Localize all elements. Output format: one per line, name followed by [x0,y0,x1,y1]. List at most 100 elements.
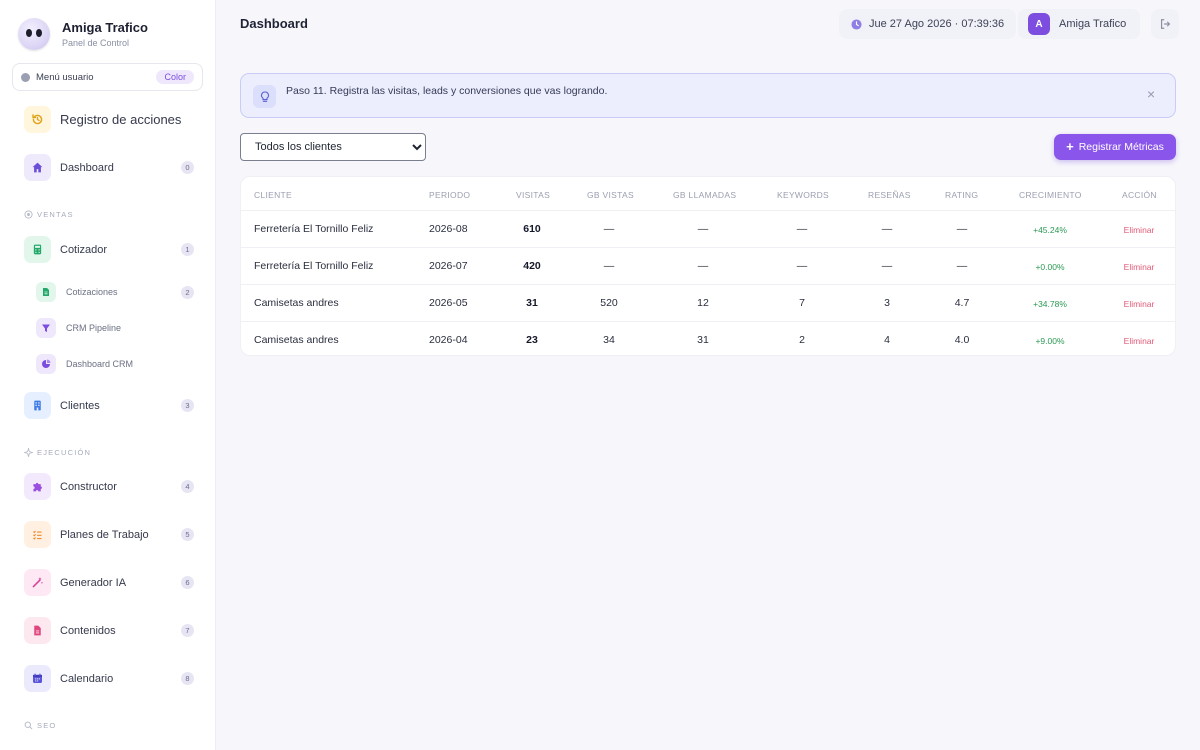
sidebar-subitem-label: CRM Pipeline [66,323,122,333]
user-name: Amiga Trafico [1059,18,1127,30]
delete-link[interactable]: Eliminar [1124,262,1155,272]
nav-badge: 8 [181,672,194,685]
cell-rating: — [956,260,968,272]
sidebar-item-clientes[interactable]: Clientes 3 [24,392,194,419]
sidebar-item-label: Contenidos [60,624,116,637]
metrics-table: CLIENTE PERIODO VISITAS GB VISTAS GB LLA… [240,176,1176,356]
nav-badge: 2 [181,285,194,299]
brand[interactable]: Amiga Trafico Panel de Control [18,18,148,50]
app-subtitle: Panel de Control [62,38,130,48]
cell-resenas: 4 [884,334,890,346]
sidebar-item-label: Generador IA [60,576,127,589]
column-header[interactable]: KEYWORDS [777,190,829,200]
sidebar-subitem-cotizaciones[interactable]: Cotizaciones 2 [36,282,194,302]
sidebar-item-history[interactable]: Registro de acciones [24,106,194,133]
cell-gb-vistas: — [603,223,615,235]
cell-rating: — [956,223,968,235]
building-icon [24,392,51,419]
cell-crecimiento: +34.78% [1033,299,1067,309]
nav-badge: 7 [181,624,194,637]
sidebar-item-planes[interactable]: Planes de Trabajo 5 [24,521,194,548]
column-header[interactable]: CLIENTE [254,190,292,200]
avatar: A [1028,13,1050,35]
plus-icon: + [1066,139,1074,154]
delete-link[interactable]: Eliminar [1124,299,1155,309]
cell-keywords: 2 [799,334,805,346]
cell-crecimiento: +9.00% [1035,336,1065,346]
column-header[interactable]: VISITAS [516,190,550,200]
sidebar-item-label: Constructor [60,480,117,493]
nav-badge: 0 [181,161,194,174]
cell-visitas: 420 [523,260,541,272]
column-header[interactable]: RESEÑAS [868,190,911,200]
cell-periodo: 2026-04 [429,334,468,346]
search-icon [24,721,33,730]
nav-badge: 5 [181,528,194,541]
sidebar-item-label: Cotizador [60,243,108,256]
section-label-ejecucion: EJECUCIÓN [24,448,91,457]
table-row: Ferretería El Tornillo Feliz 2026-07 420… [241,247,1175,284]
cell-gb-vistas: 34 [603,334,615,346]
file-icon [24,617,51,644]
delete-link[interactable]: Eliminar [1124,336,1155,346]
mascot-logo-icon [18,18,50,50]
nav-badge: 4 [181,480,194,493]
pie-chart-icon [36,354,56,374]
cell-periodo: 2026-05 [429,297,468,309]
table-row: Ferretería El Tornillo Feliz 2026-08 610… [241,210,1175,247]
datetime-chip: Jue 27 Ago 2026 · 07:39:36 [839,9,1017,39]
sidebar: Amiga Trafico Panel de Control Menú usua… [0,0,216,750]
register-metrics-button[interactable]: + Registrar Métricas [1054,134,1176,160]
sidebar-item-cotizador[interactable]: Cotizador 1 [24,236,194,263]
sidebar-subitem-label: Dashboard CRM [66,359,134,369]
tip-text: Paso 11. Registra las visitas, leads y c… [286,85,608,97]
funnel-icon [36,318,56,338]
target-icon [24,210,33,219]
client-filter-select[interactable]: Todos los clientes [240,133,426,161]
close-icon[interactable]: × [1147,86,1155,102]
cell-resenas: — [881,260,893,272]
user-menu-button[interactable]: Menú usuario Color [12,63,203,91]
sidebar-item-label: Registro de acciones [60,112,182,127]
cell-rating: 4.7 [954,297,970,309]
sidebar-subitem-dashboard-crm[interactable]: Dashboard CRM [36,354,194,374]
sidebar-item-label: Planes de Trabajo [60,528,149,541]
cell-cliente: Ferretería El Tornillo Feliz [254,223,374,235]
datetime-text: Jue 27 Ago 2026 · 07:39:36 [869,18,1005,30]
sidebar-item-label: Calendario [60,672,114,685]
palette-icon [21,72,30,82]
delete-link[interactable]: Eliminar [1124,225,1155,235]
clock-icon [851,18,862,30]
cell-keywords: — [796,223,808,235]
user-profile-button[interactable]: A Amiga Trafico [1018,9,1141,39]
home-icon [24,154,51,181]
cell-keywords: — [796,260,808,272]
sidebar-item-generador[interactable]: Generador IA 6 [24,569,194,596]
lightbulb-icon [253,85,276,108]
cell-gb-llamadas: 31 [697,334,709,346]
sidebar-subitem-crm-pipeline[interactable]: CRM Pipeline [36,318,194,338]
calculator-icon [24,236,51,263]
table-row: Camisetas andres 2026-05 31 520 12 7 3 4… [241,284,1175,321]
document-icon [36,282,56,302]
cell-cliente: Camisetas andres [254,334,339,346]
sidebar-subitem-label: Cotizaciones [66,287,118,297]
sidebar-item-constructor[interactable]: Constructor 4 [24,473,194,500]
sidebar-item-label: Clientes [60,399,100,412]
sidebar-item-calendario[interactable]: Calendario 8 [24,665,194,692]
sidebar-item-contenidos[interactable]: Contenidos 7 [24,617,194,644]
cell-cliente: Ferretería El Tornillo Feliz [254,260,374,272]
cell-resenas: 3 [884,297,890,309]
column-header[interactable]: ACCIÓN [1122,190,1157,200]
column-header[interactable]: RATING [945,190,978,200]
column-header[interactable]: CRECIMIENTO [1019,190,1082,200]
sidebar-item-dashboard[interactable]: Dashboard 0 [24,154,194,181]
column-header[interactable]: PERIODO [429,190,470,200]
column-header[interactable]: GB VISTAS [587,190,634,200]
column-header[interactable]: GB LLAMADAS [673,190,736,200]
cell-gb-llamadas: 12 [697,297,709,309]
color-pill[interactable]: Color [156,70,194,84]
cell-keywords: 7 [799,297,805,309]
table-row: Camisetas andres 2026-04 23 34 31 2 4 4.… [241,321,1175,355]
logout-button[interactable] [1151,9,1179,39]
